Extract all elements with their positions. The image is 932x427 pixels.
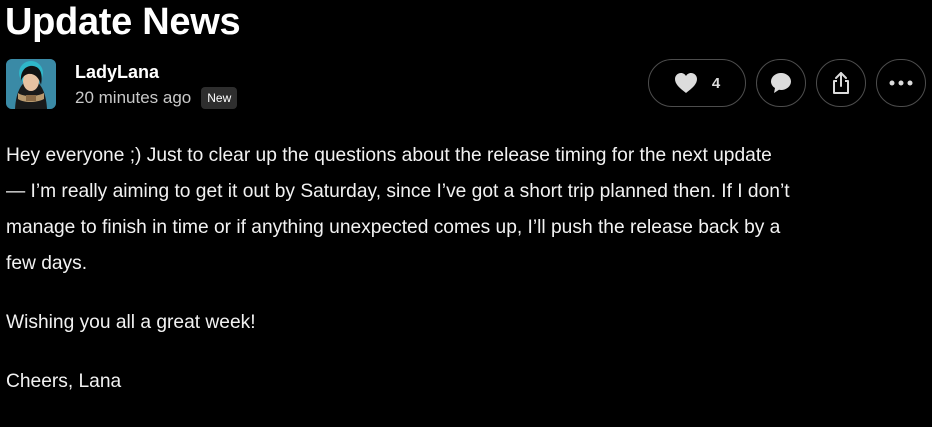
share-button[interactable] <box>816 59 866 107</box>
post-body: Hey everyone ;) Just to clear up the que… <box>6 138 926 423</box>
post-paragraph-2: Wishing you all a great week! <box>6 312 256 333</box>
post-title: Update News <box>5 1 241 43</box>
paragraph-line: manage to finish in time or if anything … <box>6 217 781 238</box>
post-actions: 4 <box>648 59 926 107</box>
paragraph-line: few days. <box>6 253 88 274</box>
like-count: 4 <box>711 74 721 92</box>
post-time: 20 minutes ago <box>75 88 192 107</box>
new-badge: New <box>201 87 238 109</box>
more-button[interactable] <box>876 59 926 107</box>
comment-button[interactable] <box>756 59 806 107</box>
comment-icon <box>769 71 793 95</box>
post-page: Update News LadyLana 20 minutes ago New <box>0 0 932 427</box>
post-meta: 20 minutes ago New <box>75 87 238 109</box>
post-paragraph-1: Hey everyone ;) Just to clear up the que… <box>6 138 926 282</box>
share-icon <box>830 71 852 95</box>
post-paragraph-3: Cheers, Lana <box>6 371 122 392</box>
author-row: LadyLana 20 minutes ago New 4 <box>6 59 926 111</box>
more-icon <box>889 80 913 86</box>
author-name[interactable]: LadyLana <box>75 61 159 83</box>
paragraph-line: — I’m really aiming to get it out by Sat… <box>6 181 790 202</box>
heart-icon <box>674 72 698 94</box>
avatar[interactable] <box>6 59 56 109</box>
like-button[interactable]: 4 <box>648 59 746 107</box>
paragraph-line: Hey everyone ;) Just to clear up the que… <box>6 145 772 166</box>
